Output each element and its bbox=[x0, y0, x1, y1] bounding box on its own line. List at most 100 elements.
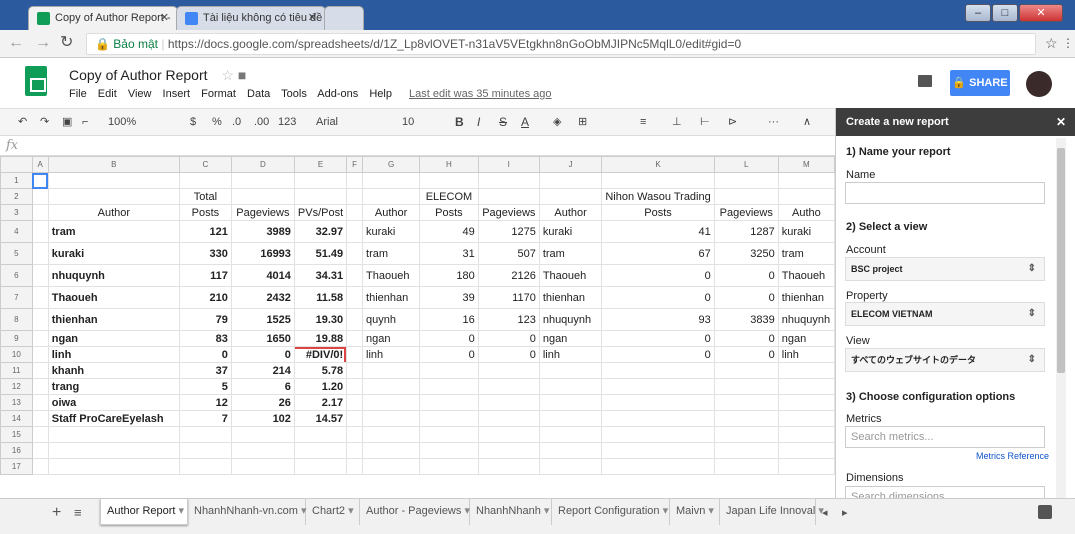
menu-help[interactable]: Help bbox=[369, 88, 392, 100]
cell[interactable] bbox=[777, 362, 835, 379]
cell[interactable] bbox=[777, 410, 835, 427]
collapse-toolbar-icon[interactable]: ∧ bbox=[803, 115, 811, 129]
table-row[interactable]: 16 bbox=[0, 442, 835, 459]
cell[interactable]: Pageviews bbox=[477, 204, 540, 221]
column-header[interactable]: I bbox=[477, 156, 540, 173]
report-name-input[interactable] bbox=[845, 182, 1045, 204]
cell[interactable]: Posts bbox=[419, 204, 479, 221]
row-number[interactable]: 10 bbox=[0, 346, 33, 363]
cell[interactable] bbox=[230, 188, 295, 205]
cell[interactable]: 0 bbox=[178, 346, 232, 363]
cell[interactable]: ngan bbox=[362, 330, 421, 347]
cell[interactable]: kuraki bbox=[47, 242, 180, 265]
cell[interactable]: 4014 bbox=[230, 264, 295, 287]
browser-tab-sheets[interactable]: Copy of Author Report - ✕ bbox=[28, 6, 178, 30]
sheet-tab-menu-icon[interactable]: ▾ bbox=[541, 505, 550, 517]
cell[interactable]: 0 bbox=[477, 346, 540, 363]
cell[interactable]: kuraki bbox=[538, 220, 603, 243]
cell[interactable]: 16 bbox=[419, 308, 479, 331]
cell[interactable] bbox=[346, 286, 364, 309]
cell[interactable]: Total bbox=[178, 188, 232, 205]
comments-icon[interactable] bbox=[918, 75, 932, 87]
table-row[interactable]: 11 khanh 37 214 5.78 bbox=[0, 362, 835, 379]
cell[interactable]: ngan bbox=[538, 330, 603, 347]
sheet-tab[interactable]: Author - Pageviews ▾ bbox=[360, 499, 470, 525]
cell[interactable] bbox=[346, 458, 364, 475]
cell[interactable]: thienhan bbox=[777, 286, 835, 309]
menu-edit[interactable]: Edit bbox=[98, 88, 117, 100]
cell[interactable] bbox=[777, 188, 835, 205]
valign-icon[interactable]: ⊥ bbox=[672, 115, 682, 129]
cell[interactable]: 11.58 bbox=[293, 286, 348, 309]
cell[interactable]: 121 bbox=[178, 220, 232, 243]
menu-format[interactable]: Format bbox=[201, 88, 236, 100]
cell[interactable] bbox=[230, 426, 295, 443]
menu-file[interactable]: File bbox=[69, 88, 87, 100]
cell[interactable] bbox=[47, 172, 180, 189]
table-row[interactable]: 13 oiwa 12 26 2.17 bbox=[0, 394, 835, 411]
cell[interactable]: 32.97 bbox=[293, 220, 348, 243]
cell[interactable] bbox=[346, 220, 364, 243]
cell[interactable] bbox=[538, 442, 603, 459]
cell[interactable]: 0 bbox=[477, 330, 540, 347]
url-input[interactable]: 🔒 Bảo mật | https://docs.google.com/spre… bbox=[86, 33, 1036, 55]
column-header[interactable]: A bbox=[31, 156, 49, 173]
sheet-tab[interactable]: Author Report ▾ bbox=[100, 499, 188, 525]
cell[interactable] bbox=[777, 442, 835, 459]
cell[interactable] bbox=[601, 362, 715, 379]
column-header[interactable]: C bbox=[178, 156, 232, 173]
cell[interactable] bbox=[346, 410, 364, 427]
sheet-tab[interactable]: NhanhNhanh-vn.com ▾ bbox=[188, 499, 307, 525]
minimize-window-button[interactable]: – bbox=[965, 4, 991, 22]
account-select[interactable]: BSC project ⇕ bbox=[845, 257, 1045, 281]
cell[interactable] bbox=[777, 426, 835, 443]
cell[interactable]: 1170 bbox=[477, 286, 540, 309]
cell[interactable]: 0 bbox=[601, 346, 715, 363]
column-header[interactable]: D bbox=[230, 156, 295, 173]
cell[interactable]: Posts bbox=[601, 204, 715, 221]
cell[interactable]: Staff ProCareEyelash bbox=[47, 410, 180, 427]
cell[interactable]: thienhan bbox=[362, 286, 421, 309]
cell[interactable]: 0 bbox=[713, 346, 779, 363]
row-number[interactable]: 8 bbox=[0, 308, 33, 331]
cell[interactable]: 0 bbox=[713, 330, 779, 347]
cell[interactable]: 5.78 bbox=[293, 362, 348, 379]
forward-icon[interactable]: → bbox=[35, 35, 51, 51]
cell[interactable]: nhuquynh bbox=[538, 308, 603, 331]
cell[interactable] bbox=[346, 188, 364, 205]
cell[interactable] bbox=[47, 458, 180, 475]
cell[interactable] bbox=[419, 410, 479, 427]
table-row[interactable]: 12 trang 5 6 1.20 bbox=[0, 378, 835, 395]
cell[interactable]: 0 bbox=[601, 286, 715, 309]
cell[interactable] bbox=[713, 188, 779, 205]
row-number[interactable]: 11 bbox=[0, 362, 33, 379]
cell[interactable]: 102 bbox=[230, 410, 295, 427]
scroll-tabs-right-icon[interactable]: ▸ bbox=[842, 506, 848, 519]
cell[interactable] bbox=[178, 458, 232, 475]
rotate-icon[interactable]: ⊳ bbox=[728, 115, 737, 129]
cell[interactable] bbox=[419, 442, 479, 459]
cell[interactable] bbox=[777, 172, 835, 189]
cell[interactable] bbox=[362, 378, 421, 395]
cell[interactable] bbox=[477, 442, 540, 459]
row-number[interactable]: 6 bbox=[0, 264, 33, 287]
cell[interactable]: 19.30 bbox=[293, 308, 348, 331]
cell[interactable] bbox=[777, 458, 835, 475]
cell[interactable]: 0 bbox=[230, 346, 295, 363]
cell[interactable]: 210 bbox=[178, 286, 232, 309]
cell[interactable]: 1287 bbox=[713, 220, 779, 243]
cell[interactable]: 1525 bbox=[230, 308, 295, 331]
row-number[interactable]: 1 bbox=[0, 172, 33, 189]
number-format-select[interactable]: 123 bbox=[278, 115, 296, 129]
cell[interactable] bbox=[713, 442, 779, 459]
row-number[interactable]: 14 bbox=[0, 410, 33, 427]
cell[interactable] bbox=[601, 394, 715, 411]
cell[interactable]: 0 bbox=[713, 264, 779, 287]
column-header[interactable]: H bbox=[419, 156, 479, 173]
cell[interactable] bbox=[346, 426, 364, 443]
cell[interactable]: 49 bbox=[419, 220, 479, 243]
cell[interactable] bbox=[31, 346, 49, 363]
cell[interactable]: 2.17 bbox=[293, 394, 348, 411]
cell[interactable] bbox=[777, 378, 835, 395]
cell[interactable] bbox=[31, 286, 49, 309]
